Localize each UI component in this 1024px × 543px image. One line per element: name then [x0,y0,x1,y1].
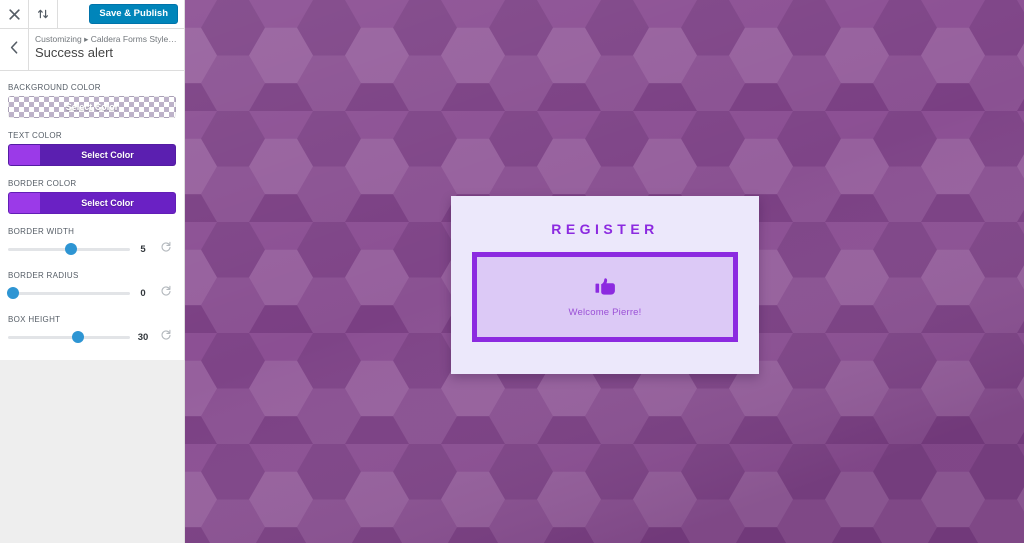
close-customizer-button[interactable] [0,0,29,28]
background-select-color-label: Select Color [65,101,119,112]
control-label-border-width: BORDER WIDTH [8,227,75,236]
breadcrumb: Customizing ▸ Caldera Forms Style C... [35,34,178,44]
customizer-panel: Save & Publish Customizing ▸ Caldera For… [0,0,184,360]
slider-thumb[interactable] [71,331,84,343]
page-title: Success alert [35,45,114,61]
border-radius-slider[interactable] [7,285,130,301]
box-height-slider[interactable] [8,329,130,345]
control-label-text-color: TEXT COLOR [8,131,62,140]
header-titles: Customizing ▸ Caldera Forms Style C... S… [29,29,184,62]
border-width-row: 5 [8,240,176,258]
control-box-height: BOX HEIGHT 30 [8,315,176,346]
control-label-background-color: BACKGROUND COLOR [8,83,101,92]
slider-track [8,291,130,295]
reset-icon [160,284,172,302]
success-alert-message: Welcome Pierre! [568,306,642,318]
text-color-button-body: Select Color [40,145,175,165]
form-title: REGISTER [551,221,659,237]
collapse-sidebar-button[interactable] [29,0,58,28]
control-label-box-height: BOX HEIGHT [8,315,61,324]
customizer-app: Save & Publish Customizing ▸ Caldera For… [0,0,1024,543]
border-width-reset-button[interactable] [156,240,176,258]
control-background-color: BACKGROUND COLOR Select Color [8,83,176,118]
background-color-picker-button[interactable]: Select Color [8,96,176,118]
customizer-sidebar: Save & Publish Customizing ▸ Caldera For… [0,0,185,543]
border-width-value: 5 [140,243,146,255]
success-alert-box: Welcome Pierre! [472,252,738,342]
chevron-left-icon [10,40,19,59]
slider-thumb[interactable] [7,287,19,299]
box-height-reset-button[interactable] [156,328,176,346]
expand-collapse-icon [37,8,49,20]
customizer-topbar: Save & Publish [0,0,184,29]
reset-icon [160,328,172,346]
slider-track [8,335,130,339]
save-and-publish-button[interactable]: Save & Publish [89,3,178,25]
control-list: BACKGROUND COLOR Select Color TEXT COLOR [0,71,184,360]
reset-icon [160,240,172,258]
text-color-picker-button[interactable]: Select Color [8,144,176,166]
text-color-swatch [9,145,40,165]
border-color-picker-button[interactable]: Select Color [8,192,176,214]
registration-form-card: REGISTER Welcome Pierre! [451,196,759,374]
control-border-width: BORDER WIDTH 5 [8,227,176,258]
border-width-slider[interactable] [8,241,130,257]
publish-button-wrap: Save & Publish [89,0,184,28]
border-radius-reset-button[interactable] [156,284,176,302]
text-select-color-label: Select Color [81,149,134,160]
site-preview[interactable]: REGISTER Welcome Pierre! [185,0,1024,543]
close-icon [8,8,20,20]
border-radius-value: 0 [140,287,146,299]
back-button[interactable] [0,29,29,70]
background-color-button-body: Select Color [9,97,175,117]
control-text-color: TEXT COLOR Select Color [8,131,176,166]
border-color-swatch [9,193,40,213]
slider-thumb[interactable] [65,243,78,255]
control-label-border-color: BORDER COLOR [8,179,77,188]
control-border-color: BORDER COLOR Select Color [8,179,176,214]
border-select-color-label: Select Color [81,197,134,208]
thumbs-up-icon [595,277,616,301]
customizer-header: Customizing ▸ Caldera Forms Style C... S… [0,29,184,71]
border-radius-row: 0 [7,284,176,302]
control-border-radius: BORDER RADIUS 0 [7,271,176,302]
box-height-row: 30 [8,328,176,346]
border-color-button-body: Select Color [40,193,175,213]
control-label-border-radius: BORDER RADIUS [8,271,79,280]
box-height-value: 30 [137,331,149,343]
